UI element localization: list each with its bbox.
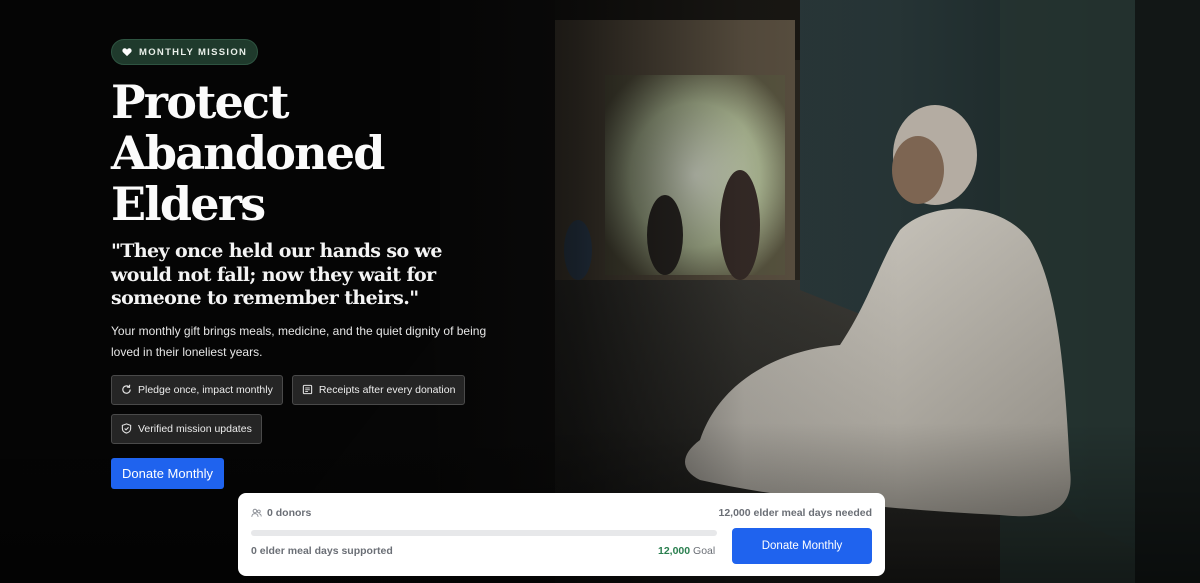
- progress-bar: [251, 530, 717, 536]
- meal-days-needed: 12,000 elder meal days needed: [718, 507, 872, 519]
- mission-badge: MONTHLY MISSION: [111, 39, 259, 65]
- feature-chip-label: Pledge once, impact monthly: [138, 383, 273, 396]
- refresh-icon: [122, 384, 131, 394]
- goal-text: Goal: [693, 545, 716, 557]
- users-icon: [251, 508, 262, 517]
- donate-monthly-button[interactable]: Donate Monthly: [111, 457, 225, 489]
- hero-quote: "They once held our hands so we would no…: [111, 240, 442, 309]
- donor-count: 0 donors: [251, 507, 311, 519]
- feature-chip-receipts: Receipts after every donation: [291, 374, 466, 405]
- feature-chip-label: Receipts after every donation: [318, 383, 456, 396]
- title-line: Elders: [111, 177, 266, 231]
- receipt-icon: [302, 384, 313, 395]
- meal-days-supported: 0 elder meal days supported: [251, 545, 393, 557]
- goal-value: 12,000: [658, 545, 691, 557]
- title-line: Abandoned: [111, 126, 385, 180]
- heart-icon: [122, 48, 132, 57]
- title-line: Protect: [111, 75, 289, 129]
- feature-chip-pledge: Pledge once, impact monthly: [111, 374, 283, 405]
- hero-description: Your monthly gift brings meals, medicine…: [111, 323, 487, 359]
- feature-chips: Pledge once, impact monthly Receipts aft…: [111, 374, 491, 444]
- donation-progress-card: 0 donors 12,000 elder meal days needed 0…: [238, 493, 885, 576]
- card-donate-monthly-button[interactable]: Donate Monthly: [732, 528, 872, 564]
- goal-label: 12,000 Goal: [658, 545, 715, 557]
- feature-chip-updates: Verified mission updates: [111, 413, 262, 444]
- donor-count-label: 0 donors: [267, 507, 312, 519]
- page-title: Protect Abandoned Elders: [111, 77, 501, 230]
- badge-label: MONTHLY MISSION: [139, 46, 248, 58]
- feature-chip-label: Verified mission updates: [138, 422, 252, 435]
- hero-content: MONTHLY MISSION Protect Abandoned Elders…: [111, 39, 501, 489]
- shield-check-icon: [121, 423, 132, 434]
